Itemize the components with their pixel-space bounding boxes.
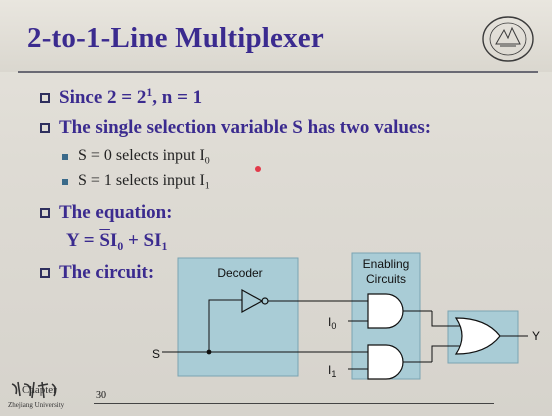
circuits-label: Circuits xyxy=(366,272,406,286)
slide-title: 2-to-1-Line Multiplexer xyxy=(27,22,324,54)
page-number: 30 xyxy=(96,390,106,401)
output-y-label: Y xyxy=(532,329,540,343)
bullet-since-text: Since 2 = 21, n = 1 xyxy=(59,86,203,109)
university-label: Zhejiang University xyxy=(8,401,65,409)
multiplexer-circuit-diagram: Decoder Enabling Circuits S I0 I1 Y xyxy=(152,252,540,380)
and-gate-bottom-icon xyxy=(367,344,404,380)
bullet-box-icon xyxy=(40,123,50,133)
square-bullet-icon xyxy=(62,153,68,160)
input-i0-label: I0 xyxy=(328,315,336,331)
bullet-selection-text: The single selection variable S has two … xyxy=(59,117,432,138)
title-rule xyxy=(18,71,538,73)
university-seal-icon xyxy=(482,16,534,62)
bullet-equation-text: The equation: xyxy=(59,202,173,223)
laser-pointer-dot xyxy=(255,166,261,172)
subbullet-s1: S = 1 selects input I1 xyxy=(62,172,210,191)
enabling-label: Enabling xyxy=(363,257,410,271)
bullet-equation: The equation: xyxy=(40,202,173,224)
square-bullet-icon xyxy=(62,178,68,185)
bullet-selection-variable: The single selection variable S has two … xyxy=(40,117,431,139)
decoder-label: Decoder xyxy=(217,266,262,280)
input-s-label: S xyxy=(152,347,160,361)
slide: 2-to-1-Line Multiplexer Since 2 = 21, n … xyxy=(0,0,552,416)
input-i1-label: I1 xyxy=(328,363,336,379)
and-gate-top-icon xyxy=(367,293,404,329)
bullet-circuit-text: The circuit: xyxy=(59,262,155,283)
bullet-since: Since 2 = 21, n = 1 xyxy=(40,86,202,109)
footer-rule xyxy=(94,403,494,404)
bullet-circuit: The circuit: xyxy=(40,262,154,284)
subbullet-s1-text: S = 1 selects input I1 xyxy=(78,172,210,192)
chapter-label: Chapter xyxy=(22,384,57,396)
bullet-box-icon xyxy=(40,208,50,218)
bullet-box-icon xyxy=(40,92,50,103)
subbullet-s0-text: S = 0 selects input I0 xyxy=(78,147,210,167)
subbullet-s0: S = 0 selects input I0 xyxy=(62,147,210,166)
bullet-box-icon xyxy=(40,268,50,278)
